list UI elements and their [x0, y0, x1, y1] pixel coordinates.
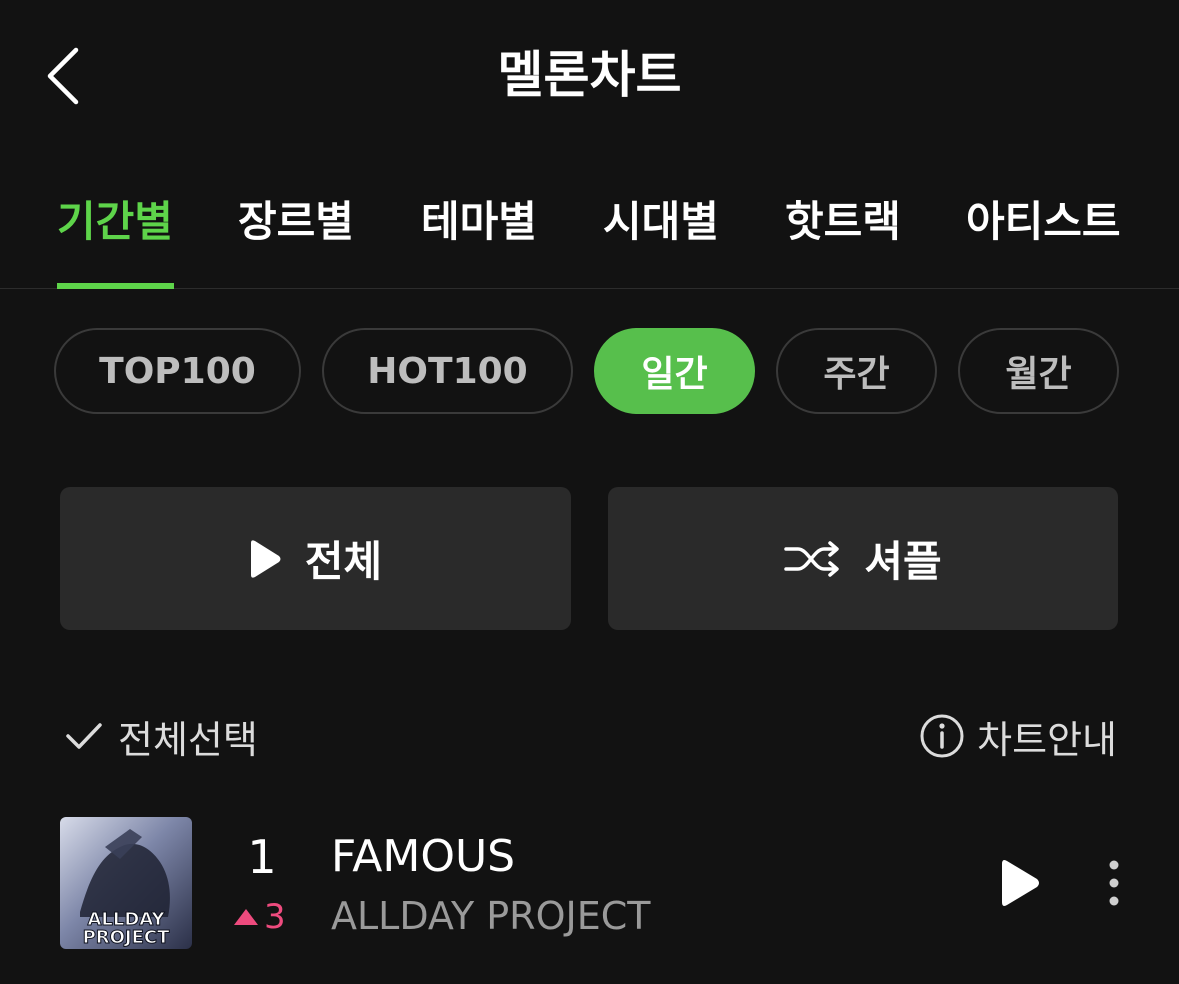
tab-period[interactable]: 기간별 — [57, 194, 173, 250]
select-all-button[interactable]: 전체선택 — [64, 708, 258, 764]
header-bar: 멜론차트 — [0, 0, 1179, 150]
pill-hot100[interactable]: HOT100 — [322, 328, 573, 414]
pill-weekly[interactable]: 주간 — [776, 328, 937, 414]
play-icon — [1002, 860, 1039, 906]
tab-artist[interactable]: 아티스트 — [966, 194, 1121, 250]
chart-info-button[interactable]: 차트안내 — [919, 708, 1117, 764]
select-all-label: 전체선택 — [118, 717, 258, 762]
pill-top100[interactable]: TOP100 — [54, 328, 301, 414]
chart-info-label: 차트안내 — [977, 717, 1117, 762]
checkmark-icon — [66, 723, 102, 749]
song-row[interactable]: ALLDAY PROJECT 1 3 FAMOUS ALLDAY PROJECT — [0, 815, 1179, 955]
rank-number: 1 — [247, 830, 277, 884]
pill-daily[interactable]: 일간 — [594, 328, 755, 414]
active-tab-indicator — [57, 283, 174, 289]
tab-genre[interactable]: 장르별 — [238, 194, 354, 250]
album-art[interactable]: ALLDAY PROJECT — [60, 817, 192, 949]
tab-era[interactable]: 시대별 — [603, 194, 719, 250]
info-icon — [920, 714, 964, 758]
tab-hottrack[interactable]: 핫트랙 — [785, 194, 901, 250]
rank-change: 3 — [232, 895, 286, 939]
more-vertical-icon — [1109, 860, 1119, 906]
shuffle-icon — [784, 540, 840, 577]
play-icon — [250, 539, 281, 578]
page-title: 멜론차트 — [497, 46, 682, 104]
pill-monthly[interactable]: 월간 — [958, 328, 1119, 414]
song-artist[interactable]: ALLDAY PROJECT — [331, 891, 650, 941]
tab-theme[interactable]: 테마별 — [421, 194, 537, 250]
album-art-text-line2: PROJECT — [83, 927, 171, 948]
category-tabs: 기간별 장르별 테마별 시대별 핫트랙 아티스트 — [0, 180, 1179, 289]
rank-change-value: 3 — [264, 897, 286, 937]
shuffle-button[interactable]: 셔플 — [608, 487, 1118, 630]
song-title[interactable]: FAMOUS — [331, 829, 515, 885]
play-all-button[interactable]: 전체 — [60, 487, 571, 630]
shuffle-label: 셔플 — [864, 537, 942, 586]
period-filter-pills: TOP100 HOT100 일간 주간 월간 — [0, 328, 1179, 418]
triangle-up-icon — [234, 909, 258, 925]
play-all-label: 전체 — [304, 537, 383, 586]
song-play-button[interactable] — [995, 855, 1045, 911]
song-more-button[interactable] — [1096, 855, 1132, 911]
